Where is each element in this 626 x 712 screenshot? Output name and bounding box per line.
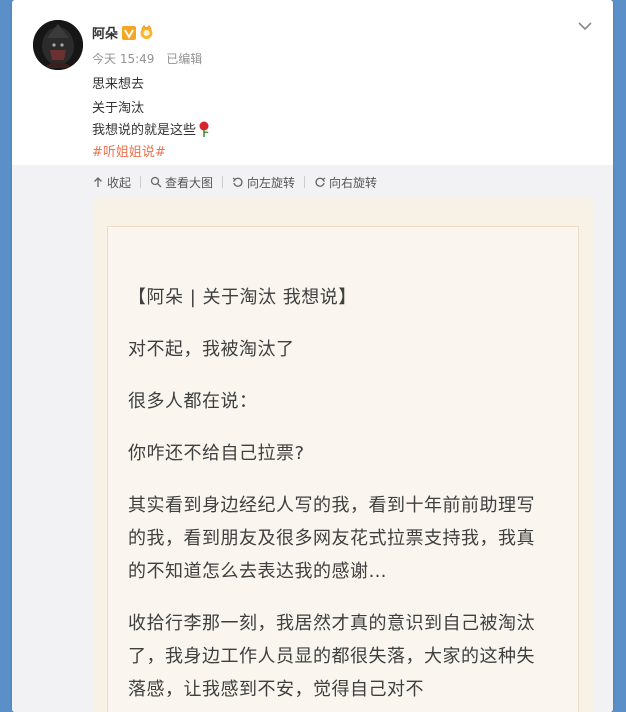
rotate-right-icon (315, 177, 326, 187)
search-icon (150, 176, 162, 188)
member-medal-icon[interactable] (139, 24, 154, 40)
rotate-left-icon (232, 177, 243, 187)
view-large-label: 查看大图 (165, 175, 214, 190)
article-paragraph: 对不起，我被淘汰了 (128, 339, 295, 360)
username[interactable]: 阿朵 (92, 23, 118, 42)
divider (140, 176, 142, 188)
article-title: 【阿朵 | 关于淘汰 我想说】 (128, 287, 357, 308)
rotate-left-label: 向左旋转 (247, 175, 296, 190)
article-paragraph: 很多人都在说： (128, 391, 258, 412)
rotate-left-button[interactable]: 向左旋转 (232, 174, 295, 191)
collapse-label: 收起 (107, 175, 132, 190)
article-paragraph: 你咋还不给自己拉票? (128, 443, 305, 464)
chevron-down-icon[interactable] (577, 18, 593, 34)
username-row: 阿朵 (92, 23, 154, 42)
view-large-button[interactable]: 查看大图 (150, 174, 213, 191)
hashtag-link[interactable]: #听姐姐说# (92, 145, 166, 160)
arrow-up-icon (94, 177, 102, 187)
post-time[interactable]: 今天 15:49 (92, 52, 154, 66)
image-toolbar: 收起 查看大图 向左旋转 向右旋转 (92, 173, 377, 191)
rotate-right-label: 向右旋转 (329, 175, 378, 190)
edited-label: 已编辑 (166, 52, 203, 66)
post-text-line: 我想说的就是这些 (92, 119, 210, 138)
article-paragraph: 收拾行李那一刻，我居然才真的意识到自己被淘汰了，我身边工作人员显的都很失落，大家… (128, 613, 535, 700)
post-text-line: 思来想去 (92, 77, 145, 92)
rose-emoji-icon (198, 121, 210, 137)
rotate-right-button[interactable]: 向右旋转 (314, 174, 377, 191)
weibo-post-card: 阿朵 今天 15:49 已编辑 思来想去 关于淘汰 我想说的就是这些 #听姐姐说… (12, 0, 613, 712)
collapse-button[interactable]: 收起 (92, 174, 131, 191)
divider (222, 176, 224, 188)
post-image[interactable]: 【阿朵 | 关于淘汰 我想说】 对不起，我被淘汰了 很多人都在说： 你咋还不给自… (93, 198, 593, 712)
post-text-line: 关于淘汰 (92, 101, 145, 116)
verified-badge-icon[interactable] (122, 25, 137, 40)
divider (304, 176, 306, 188)
hashtag-row: #听姐姐说# (92, 141, 166, 160)
image-article: 【阿朵 | 关于淘汰 我想说】 对不起，我被淘汰了 很多人都在说： 你咋还不给自… (128, 281, 548, 706)
media-panel: 收起 查看大图 向左旋转 向右旋转 【阿朵 | 关于淘汰 我想说】 对不起，我被… (12, 165, 613, 712)
post-meta: 今天 15:49 已编辑 (92, 50, 210, 67)
post-text: 我想说的就是这些 (92, 123, 197, 138)
article-paragraph: 其实看到身边经纪人写的我，看到十年前前助理写的我，看到朋友及很多网友花式拉票支持… (128, 495, 535, 582)
avatar[interactable] (33, 20, 83, 70)
